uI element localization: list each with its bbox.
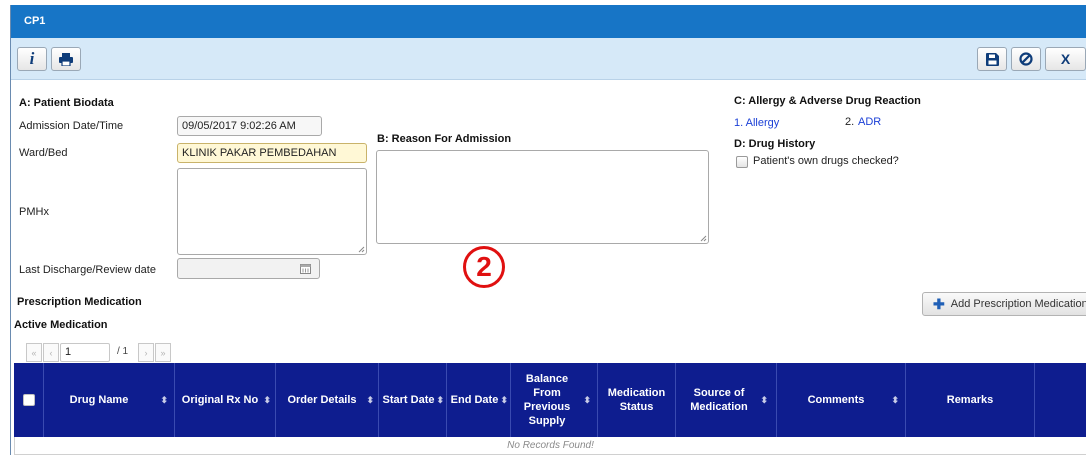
info-button[interactable]: i: [17, 47, 47, 71]
first-page-button[interactable]: «: [26, 343, 42, 362]
save-button[interactable]: [977, 47, 1007, 71]
prescription-heading: Prescription Medication: [17, 296, 142, 308]
adr-item-number: 2.: [845, 116, 855, 128]
sort-icon: ⬍: [160, 395, 168, 405]
column-end-date[interactable]: End Date ⬍: [447, 363, 511, 437]
step-marker-number: 2: [476, 251, 492, 282]
ward-label: Ward/Bed: [19, 147, 68, 159]
column-source[interactable]: Source of Medication ⬍: [676, 363, 777, 437]
column-medication-status-label: Medication Status: [607, 387, 666, 413]
sort-icon: ⬍: [500, 395, 508, 405]
biodata-heading: A: Patient Biodata: [19, 97, 114, 109]
admission-datetime-field[interactable]: 09/05/2017 9:02:26 AM: [177, 116, 322, 136]
column-order-details-label: Order Details: [287, 394, 357, 406]
print-icon: [59, 52, 73, 66]
own-drugs-label: Patient's own drugs checked?: [753, 155, 899, 167]
allergy-heading: C: Allergy & Adverse Drug Reaction: [734, 95, 921, 107]
select-all-checkbox[interactable]: [22, 394, 35, 406]
step-marker: 2: [463, 246, 505, 288]
column-remarks[interactable]: Remarks: [906, 363, 1035, 437]
adr-link[interactable]: ADR: [858, 116, 881, 128]
sort-icon: ⬍: [263, 395, 271, 405]
pmhx-label: PMHx: [19, 206, 49, 218]
resize-grip-icon[interactable]: [699, 234, 707, 242]
column-remarks-label: Remarks: [946, 394, 994, 406]
column-start-date[interactable]: Start Date ⬍: [379, 363, 447, 437]
toolbar: i X: [11, 38, 1086, 80]
select-all-cell: [14, 363, 44, 437]
column-balance[interactable]: Balance From Previous Supply ⬍: [511, 363, 598, 437]
save-icon: [985, 52, 999, 66]
column-medication-status[interactable]: Medication Status: [598, 363, 676, 437]
window-title: CP1: [24, 15, 46, 27]
sort-icon: ⬍: [760, 395, 768, 405]
discharge-label: Last Discharge/Review date: [19, 264, 156, 276]
sort-icon: ⬍: [891, 395, 899, 405]
admission-label: Admission Date/Time: [19, 120, 124, 132]
next-page-button[interactable]: ›: [138, 343, 154, 362]
discharge-date-field[interactable]: [177, 258, 320, 279]
column-original-rx[interactable]: Original Rx No ⬍: [175, 363, 276, 437]
column-comments[interactable]: Comments ⬍: [777, 363, 906, 437]
column-original-rx-label: Original Rx No: [181, 394, 259, 406]
plus-icon: ✚: [933, 295, 945, 312]
reason-heading: B: Reason For Admission: [377, 133, 512, 145]
close-icon: X: [1060, 51, 1071, 67]
window-titlebar: CP1: [11, 5, 1086, 38]
print-button[interactable]: [51, 47, 81, 71]
column-end-date-label: End Date: [450, 394, 499, 406]
cancel-button[interactable]: [1011, 47, 1041, 71]
calendar-icon[interactable]: [300, 263, 311, 274]
no-records-row: No Records Found!: [14, 437, 1086, 455]
allergy-link[interactable]: 1. Allergy: [734, 117, 779, 129]
column-extra: [1035, 363, 1086, 437]
page-total: / 1: [117, 346, 129, 357]
medication-table-header: Drug Name ⬍ Original Rx No ⬍ Order Detai…: [14, 363, 1086, 437]
ward-bed-field[interactable]: KLINIK PAKAR PEMBEDAHAN: [177, 143, 367, 163]
column-drug-name[interactable]: Drug Name ⬍: [44, 363, 175, 437]
own-drugs-checkbox[interactable]: [736, 156, 748, 168]
sort-icon: ⬍: [583, 395, 591, 405]
column-drug-name-label: Drug Name: [69, 394, 129, 406]
drug-history-heading: D: Drug History: [734, 138, 816, 150]
sort-icon: ⬍: [366, 395, 374, 405]
add-prescription-button[interactable]: ✚ Add Prescription Medication: [922, 292, 1086, 316]
info-icon: i: [29, 49, 35, 68]
pmhx-textarea[interactable]: [177, 168, 367, 255]
resize-grip-icon[interactable]: [357, 245, 365, 253]
add-prescription-label: Add Prescription Medication: [950, 298, 1086, 310]
column-order-details[interactable]: Order Details ⬍: [276, 363, 379, 437]
column-start-date-label: Start Date: [382, 394, 435, 406]
close-button[interactable]: X: [1045, 47, 1086, 71]
page-number-input[interactable]: 1: [60, 343, 110, 362]
active-medication-heading: Active Medication: [14, 319, 108, 331]
last-page-button[interactable]: »: [155, 343, 171, 362]
cancel-icon: [1019, 52, 1033, 66]
column-comments-label: Comments: [807, 394, 865, 406]
column-balance-label: Balance From Previous Supply: [523, 373, 571, 427]
sort-icon: ⬍: [436, 395, 444, 405]
reason-textarea[interactable]: [376, 150, 709, 244]
prev-page-button[interactable]: ‹: [43, 343, 59, 362]
column-source-label: Source of Medication: [690, 387, 748, 413]
